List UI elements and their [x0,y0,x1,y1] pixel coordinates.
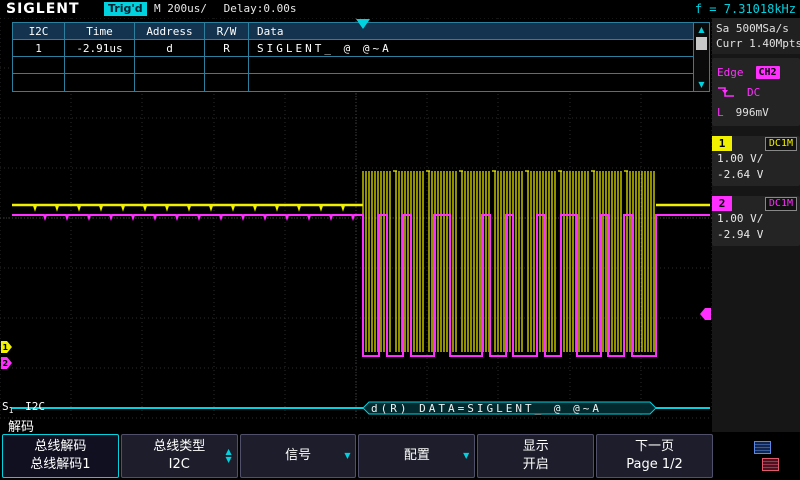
decode-list-grid: I2C Time Address R/W Data 1 -2.91us d R … [13,23,693,91]
channel-2-offset: -2.94 V [712,227,800,243]
trigger-position-marker[interactable] [355,19,371,30]
trigger-level-label: L [717,106,724,119]
menu-indicator-icon[interactable] [754,441,771,454]
scroll-up-icon[interactable]: ▲ [694,23,709,36]
header-address: Address [135,23,205,39]
ch1-marker-label: 1 [3,343,9,352]
cell-time: -2.91us [65,40,135,56]
cell-rw: R [205,40,249,56]
scrollbar-thumb[interactable] [696,37,707,50]
header-time: Time [65,23,135,39]
timebase-value: M 200us/ [154,2,207,15]
delay-value: Delay:0.00s [224,2,297,15]
frequency-counter: f = 7.31018kHz [695,2,796,16]
menu-signal-button[interactable]: 信号 ▼ [240,434,357,478]
softkey-buttons: 总线解码 总线解码1 总线类型 I2C ▲▼ 信号 ▼ 配置 ▼ 显示 开启 下… [0,432,714,480]
channel-1-coupling: DC1M [765,137,797,151]
brand-logo: SIGLENT [6,1,80,17]
menu-value: Page 1/2 [626,456,683,474]
channel-1-panel[interactable]: 1 DC1M 1.00 V/ -2.64 V [712,136,800,186]
menu-label: 显示 [523,438,549,456]
menu-next-page-button[interactable]: 下一页 Page 1/2 [596,434,713,478]
menu-value: 开启 [523,456,549,474]
decode-list-table: I2C Time Address R/W Data 1 -2.91us d R … [12,22,710,92]
cell-address [135,74,205,91]
cell-index [13,57,65,73]
ch1-burst-waveform [363,171,654,352]
falling-edge-icon [717,85,735,99]
channel-1-scale: 1.00 V/ [712,151,800,167]
channel-2-coupling: DC1M [765,197,797,211]
table-scrollbar[interactable]: ▲ ▼ [693,23,709,91]
bus-number: 1 [9,406,14,415]
memory-depth: Curr 1.40Mpts [716,36,796,51]
trigger-position-triangle-icon [356,19,370,29]
cell-time [65,74,135,91]
table-header-row: I2C Time Address R/W Data [13,23,693,40]
cell-rw [205,57,249,73]
ch2-marker-label: 2 [3,359,9,368]
menu-display-button[interactable]: 显示 开启 [477,434,594,478]
down-arrow-icon: ▼ [344,452,350,460]
header-data: Data [249,23,693,39]
menu-value: 总线解码1 [30,456,90,474]
acquisition-info: Sa 500MSa/s Curr 1.40Mpts [712,18,800,54]
cell-rw [205,74,249,91]
timebase-readout: M 200us/ Delay:0.00s [154,2,296,16]
menu-config-button[interactable]: 配置 ▼ [358,434,475,478]
bus-label: S1 I2C [2,400,45,415]
scrollbar-track[interactable] [694,51,709,78]
cell-address: d [135,40,205,56]
channel-1-badge: 1 [712,136,732,151]
cell-index: 1 [13,40,65,56]
menu-label: 总线类型 [153,438,205,456]
info-sidebar: Sa 500MSa/s Curr 1.40Mpts Edge CH2 DC L … [712,18,800,432]
table-row[interactable]: 1 -2.91us d R SIGLENT_ @ @~A [13,40,693,57]
trigger-mode: Edge [717,66,744,79]
trigger-coupling: DC [747,86,760,99]
trigger-status-badge: Trig'd [104,2,147,16]
ch2-waveform [12,215,710,356]
bus-type-label: I2C [25,400,45,413]
cell-index [13,74,65,91]
channel-1-offset: -2.64 V [712,167,800,183]
updown-arrow-icon: ▲▼ [226,448,232,464]
cell-data [249,57,693,73]
decode-packet-text: d(R) DATA=SIGLENT_ @ @~A [371,402,602,415]
menu-corner-icons [714,432,800,480]
channel-2-panel[interactable]: 2 DC1M 1.00 V/ -2.94 V [712,196,800,246]
trigger-source-badge: CH2 [756,66,780,79]
channel-2-scale: 1.00 V/ [712,211,800,227]
header-rw: R/W [205,23,249,39]
menu-value: I2C [169,456,190,474]
menu-bus-decode-button[interactable]: 总线解码 总线解码1 [2,434,119,478]
trigger-level-marker[interactable] [700,308,711,320]
softkey-menu: 总线解码 总线解码1 总线类型 I2C ▲▼ 信号 ▼ 配置 ▼ 显示 开启 下… [0,432,800,480]
down-arrow-icon: ▼ [463,452,469,460]
menu-label: 下一页 [635,438,674,456]
header-i2c: I2C [13,23,65,39]
scroll-down-icon[interactable]: ▼ [694,78,709,91]
channel-2-badge: 2 [712,196,732,211]
trigger-info-panel[interactable]: Edge CH2 DC L 996mV [712,58,800,126]
ch1-waveform [12,205,710,208]
menu-label: 配置 [404,447,430,465]
oscilloscope-screen: d(R) DATA=SIGLENT_ @ @~A 1 2 SIGLENT Tri… [0,0,800,480]
menu-label: 信号 [285,447,311,465]
bus-prefix: S [2,400,9,413]
menu-label: 总线解码 [34,438,86,456]
cell-address [135,57,205,73]
cell-data: SIGLENT_ @ @~A [249,40,693,56]
trigger-level-value: 996mV [736,106,769,119]
table-row[interactable] [13,57,693,74]
sample-rate: Sa 500MSa/s [716,21,796,36]
cell-time [65,57,135,73]
print-indicator-icon[interactable] [762,458,779,471]
table-row[interactable] [13,74,693,91]
menu-bus-type-button[interactable]: 总线类型 I2C ▲▼ [121,434,238,478]
cell-data [249,74,693,91]
top-bar: SIGLENT Trig'd M 200us/ Delay:0.00s f = … [0,0,800,18]
